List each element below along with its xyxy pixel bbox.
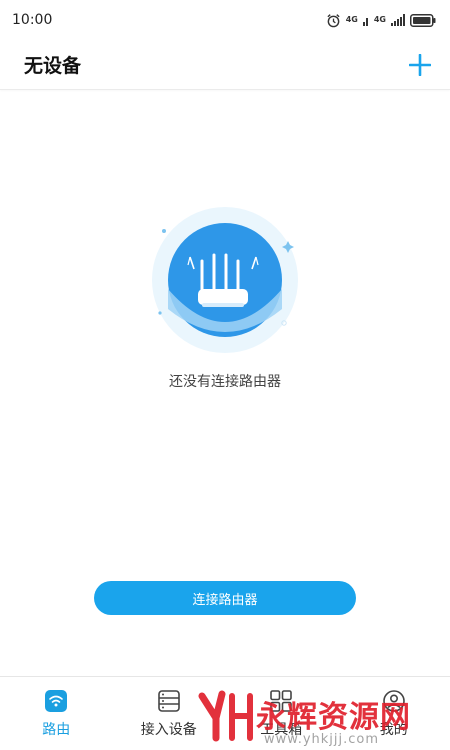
network-type-1: 4G — [345, 15, 358, 24]
bottom-tab-bar: 路由 接入设备 工具箱 我的 — [0, 676, 450, 750]
empty-state-message: 还没有连接路由器 — [169, 374, 281, 390]
add-device-button[interactable] — [406, 51, 434, 79]
grid-icon — [269, 689, 293, 713]
status-time: 10:00 — [12, 12, 53, 28]
app-header: 无设备 — [0, 40, 450, 90]
tab-label-me: 我的 — [379, 722, 408, 738]
status-icons: 4G 4G — [326, 13, 436, 28]
tab-label-devices: 接入设备 — [140, 722, 197, 738]
connect-router-button[interactable]: 连接路由器 — [94, 581, 356, 615]
router-illustration — [150, 205, 300, 355]
signal-icon-1 — [362, 18, 368, 26]
status-bar: 10:00 4G 4G — [0, 0, 450, 40]
plus-icon — [409, 53, 431, 76]
device-list-icon — [157, 689, 181, 713]
network-type-2: 4G — [373, 15, 386, 24]
tab-me[interactable]: 我的 — [338, 677, 450, 750]
tab-router[interactable]: 路由 — [0, 677, 113, 750]
user-icon — [382, 689, 406, 713]
tab-devices[interactable]: 接入设备 — [113, 677, 226, 750]
router-graphic — [152, 207, 298, 353]
tab-toolbox[interactable]: 工具箱 — [225, 677, 338, 750]
wifi-router-icon — [44, 689, 68, 713]
signal-icon-2 — [391, 14, 405, 26]
tab-label-router: 路由 — [42, 722, 71, 738]
battery-icon — [410, 13, 436, 27]
tab-label-toolbox: 工具箱 — [260, 722, 303, 738]
alarm-icon — [327, 13, 340, 27]
page-title: 无设备 — [24, 55, 82, 77]
